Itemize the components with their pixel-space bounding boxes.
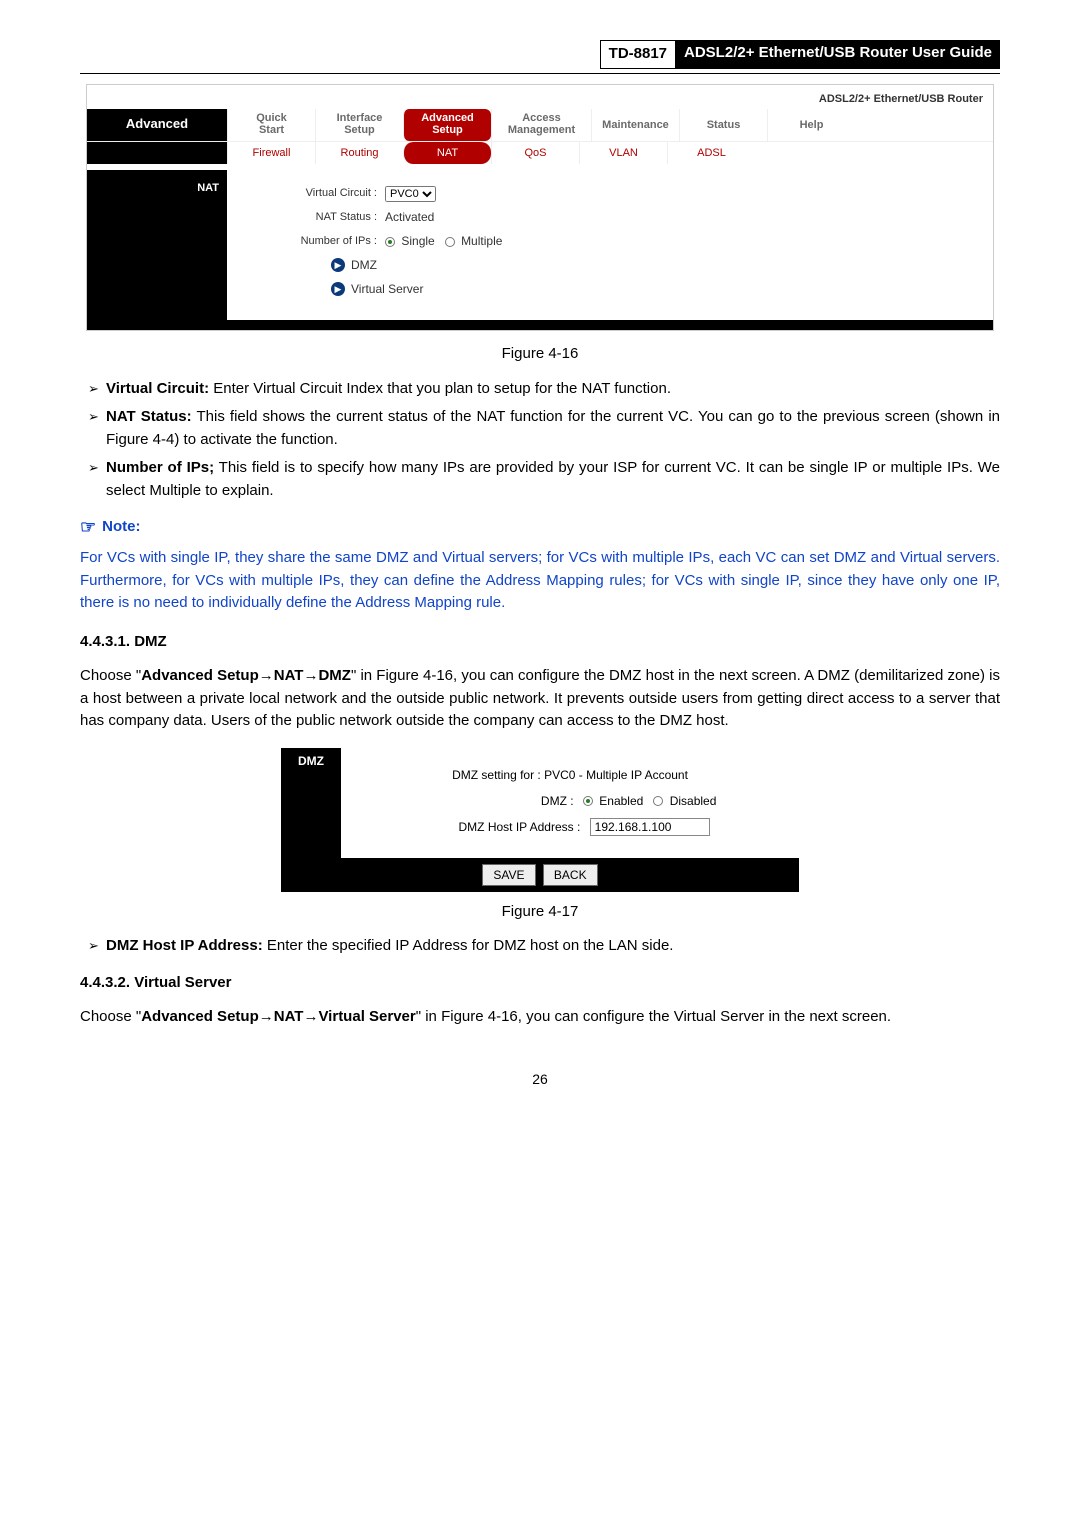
link-virtual-server[interactable]: Virtual Server bbox=[351, 280, 423, 298]
figure-caption: Figure 4-17 bbox=[80, 901, 1000, 924]
list-item: ➢ DMZ Host IP Address: Enter the specifi… bbox=[84, 935, 1000, 958]
radio-single-label: Single bbox=[401, 234, 434, 248]
tab-label: Interface bbox=[337, 112, 383, 124]
desc: Enter the specified IP Address for DMZ h… bbox=[263, 937, 674, 954]
note-body: For VCs with single IP, they share the s… bbox=[80, 547, 1000, 615]
bullet-list: ➢ Virtual Circuit: Enter Virtual Circuit… bbox=[84, 378, 1000, 503]
dmz-setting-text: DMZ setting for : PVC0 - Multiple IP Acc… bbox=[341, 766, 799, 784]
figure-caption: Figure 4-16 bbox=[80, 343, 1000, 366]
tab-label: Advanced bbox=[421, 112, 474, 124]
label-dmz-host-ip: DMZ Host IP Address : bbox=[430, 818, 580, 836]
note-heading: ☞ Note: bbox=[80, 514, 1000, 541]
desc: Enter Virtual Circuit Index that you pla… bbox=[209, 380, 671, 397]
tab-label: Setup bbox=[404, 124, 491, 136]
list-item: ➢ Number of IPs; This field is to specif… bbox=[84, 457, 1000, 502]
subtab-routing[interactable]: Routing bbox=[315, 142, 403, 164]
label-nat-status: NAT Status : bbox=[267, 209, 377, 226]
radio-single[interactable] bbox=[385, 237, 395, 247]
radio-disabled[interactable] bbox=[653, 796, 663, 806]
value-nat-status: Activated bbox=[385, 208, 434, 226]
desc: This field is to specify how many IPs ar… bbox=[106, 459, 1000, 499]
radio-disabled-label: Disabled bbox=[670, 794, 717, 808]
term: DMZ Host IP Address: bbox=[106, 937, 263, 954]
link-dmz[interactable]: DMZ bbox=[351, 256, 377, 274]
dmz-side-label: DMZ bbox=[281, 748, 341, 858]
paragraph: Choose "Advanced Setup→NAT→DMZ" in Figur… bbox=[80, 665, 1000, 733]
tab-interface-setup[interactable]: Interface Setup bbox=[315, 109, 403, 141]
doc-header: TD-8817 ADSL2/2+ Ethernet/USB Router Use… bbox=[80, 40, 1000, 69]
section-heading-dmz: 4.4.3.1. DMZ bbox=[80, 631, 1000, 654]
list-item: ➢ NAT Status: This field shows the curre… bbox=[84, 406, 1000, 451]
tab-maintenance[interactable]: Maintenance bbox=[591, 109, 679, 141]
dmz-screenshot: DMZ DMZ setting for : PVC0 - Multiple IP… bbox=[280, 747, 800, 893]
tab-advanced-setup[interactable]: Advanced Setup bbox=[403, 109, 491, 141]
term: NAT Status: bbox=[106, 408, 192, 425]
list-item: ➢ Virtual Circuit: Enter Virtual Circuit… bbox=[84, 378, 1000, 401]
arrow-icon: ▶ bbox=[331, 282, 345, 296]
header-rule bbox=[80, 73, 1000, 74]
model-number: TD-8817 bbox=[600, 40, 676, 69]
term: Number of IPs; bbox=[106, 459, 214, 476]
tab-label: Access bbox=[522, 112, 561, 124]
radio-multiple-label: Multiple bbox=[461, 234, 502, 248]
term: Virtual Circuit: bbox=[106, 380, 209, 397]
subtab-adsl[interactable]: ADSL bbox=[667, 142, 755, 164]
tab-help[interactable]: Help bbox=[767, 109, 855, 141]
subtab-vlan[interactable]: VLAN bbox=[579, 142, 667, 164]
tab-access-management[interactable]: Access Management bbox=[491, 109, 591, 141]
router-nat-screenshot: ADSL2/2+ Ethernet/USB Router Advanced Qu… bbox=[86, 84, 994, 332]
page-number: 26 bbox=[80, 1069, 1000, 1090]
back-button[interactable]: BACK bbox=[543, 864, 598, 886]
subtab-qos[interactable]: QoS bbox=[491, 142, 579, 164]
router-footer bbox=[87, 320, 993, 330]
label-virtual-circuit: Virtual Circuit : bbox=[267, 185, 377, 202]
save-button[interactable]: SAVE bbox=[482, 864, 535, 886]
doc-title: ADSL2/2+ Ethernet/USB Router User Guide bbox=[676, 40, 1000, 69]
router-brand: ADSL2/2+ Ethernet/USB Router bbox=[87, 85, 993, 110]
triangle-icon: ➢ bbox=[84, 457, 106, 502]
bullet-list: ➢ DMZ Host IP Address: Enter the specifi… bbox=[84, 935, 1000, 958]
triangle-icon: ➢ bbox=[84, 935, 106, 958]
triangle-icon: ➢ bbox=[84, 378, 106, 401]
tab-quick-start[interactable]: Quick Start bbox=[227, 109, 315, 141]
radio-enabled-label: Enabled bbox=[599, 794, 643, 808]
radio-enabled[interactable] bbox=[583, 796, 593, 806]
subtab-nat[interactable]: NAT bbox=[403, 142, 491, 164]
section-heading-virtual-server: 4.4.3.2. Virtual Server bbox=[80, 972, 1000, 995]
tab-label: Setup bbox=[316, 124, 403, 136]
tab-label: Management bbox=[492, 124, 591, 136]
tab-label: Start bbox=[228, 124, 315, 136]
arrow-icon: ▶ bbox=[331, 258, 345, 272]
spacer bbox=[87, 142, 227, 164]
tab-label: Quick bbox=[256, 112, 287, 124]
hand-point-icon: ☞ bbox=[80, 514, 96, 541]
label-number-of-ips: Number of IPs : bbox=[267, 233, 377, 250]
note-label: Note: bbox=[102, 516, 140, 539]
subtab-firewall[interactable]: Firewall bbox=[227, 142, 315, 164]
section-label-nat: NAT bbox=[87, 170, 227, 320]
input-dmz-host-ip[interactable] bbox=[590, 818, 710, 836]
tab-status[interactable]: Status bbox=[679, 109, 767, 141]
radio-multiple[interactable] bbox=[445, 237, 455, 247]
sub-tabs: Firewall Routing NAT QoS VLAN ADSL bbox=[87, 141, 993, 164]
label-dmz: DMZ : bbox=[424, 792, 574, 810]
triangle-icon: ➢ bbox=[84, 406, 106, 451]
top-tabs: Advanced Quick Start Interface Setup Adv… bbox=[87, 109, 993, 141]
side-title-advanced: Advanced bbox=[87, 109, 227, 141]
paragraph: Choose "Advanced Setup→NAT→Virtual Serve… bbox=[80, 1006, 1000, 1029]
select-virtual-circuit[interactable]: PVC0 bbox=[385, 186, 436, 202]
desc: This field shows the current status of t… bbox=[106, 408, 1000, 448]
